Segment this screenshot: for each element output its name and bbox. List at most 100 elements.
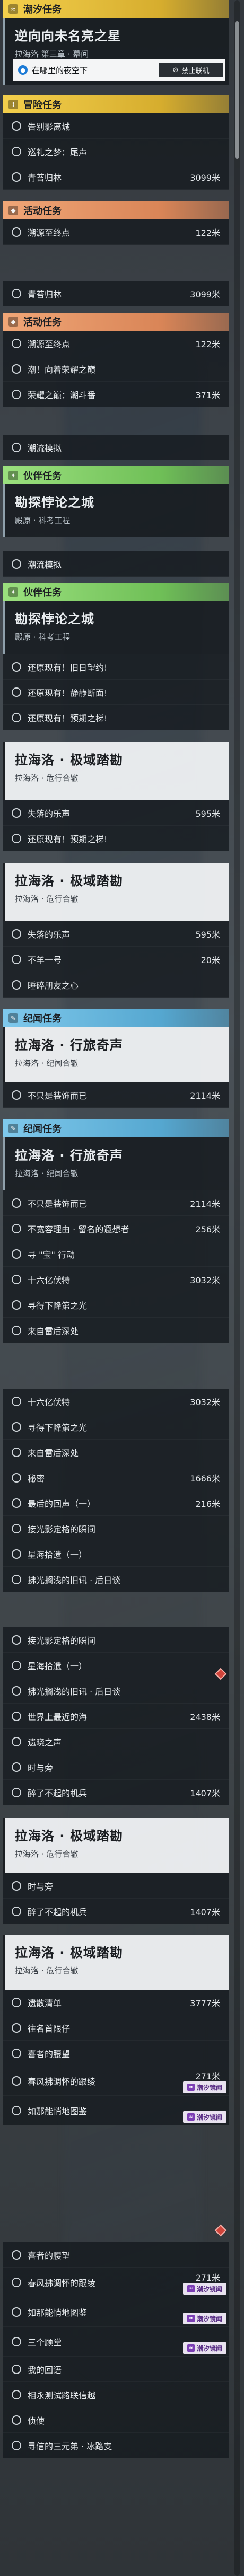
quest-card[interactable]: 勘探悖论之城 殿原 · 科考工程 [3, 601, 229, 654]
quest-row[interactable]: 接光影定格的瞬间 [3, 1627, 229, 1653]
tide-badge-icon: ≈ [187, 2285, 195, 2292]
quest-row[interactable]: 还原现有！预期之梯! [3, 826, 229, 851]
quest-name: 遗散清单 [28, 1998, 62, 2008]
map-marker-icon[interactable] [214, 2224, 227, 2237]
quest-row[interactable]: 不只是装饰而已 2114米 [3, 1190, 229, 1216]
quest-distance: 3032米 [190, 1275, 220, 1285]
quest-row[interactable]: 春风拂调怀的跟绫 271米 ≈ 潮汐镜闻 [3, 2066, 229, 2096]
section-header-companion[interactable]: ✦ 伙伴任务 [3, 466, 229, 484]
quest-row[interactable]: 秘密 1666米 [3, 1465, 229, 1490]
quest-row[interactable]: 溯源至终点 122米 [3, 331, 229, 356]
quest-row[interactable]: 如那能悄地图鉴 ≈ 潮汐镜闻 [3, 2297, 229, 2327]
quest-row[interactable]: 遗晓之声 [3, 1729, 229, 1754]
quest-distance: 2114米 [190, 1090, 220, 1101]
quest-row[interactable]: 接光影定格的瞬间 [3, 1516, 229, 1541]
quest-row[interactable]: 来自雷后深处 [3, 1440, 229, 1465]
quest-row[interactable]: 醉了不起的机兵 1407米 [3, 1899, 229, 1924]
quest-row[interactable]: 来自雷后深处 [3, 1318, 229, 1343]
quest-row[interactable]: 潮流模拟 [3, 551, 229, 577]
quest-name: 不只是装饰而已 [28, 1090, 88, 1101]
quest-name: 往名首限仔 [28, 2023, 71, 2034]
quest-row[interactable]: 溯源至终点 122米 [3, 219, 229, 245]
quest-title: 拉海洛 · 极域踏勘 [15, 1829, 123, 1843]
quest-row[interactable]: 寻得下降第之光 [3, 1414, 229, 1440]
quest-row[interactable]: 如那能悄地图鉴 ≈ 潮汐镜闻 [3, 2096, 229, 2125]
section-header-main[interactable]: ! 冒险任务 [3, 95, 229, 113]
quest-card-selected[interactable]: 拉海洛 · 极域踏勘 拉海洛 · 危行合辙 [3, 863, 229, 921]
quest-row[interactable]: 时与旁 [3, 1873, 229, 1899]
quest-row[interactable]: 寻 "宝" 行动 [3, 1241, 229, 1267]
quest-card[interactable]: 勘探悖论之城 殿原 · 科考工程 [3, 484, 229, 537]
quest-row[interactable]: 荣耀之巅：潮斗番 371米 [3, 382, 229, 407]
quest-card-selected[interactable]: 拉海洛 · 极域踏勘 拉海洛 · 危行合辙 [3, 1935, 229, 1990]
quest-card-selected[interactable]: 拉海洛 · 行旅奇声 拉海洛 · 纪闻合辙 [3, 1027, 229, 1082]
quest-row[interactable]: 星海拾遗（一） [3, 1541, 229, 1567]
quest-row[interactable]: 世界上最近的海 2438米 [3, 1704, 229, 1729]
quest-row[interactable]: 十六亿伏特 3032米 [3, 1389, 229, 1414]
quest-subtitle: 拉海洛 · 危行合辙 [15, 894, 79, 904]
quest-row[interactable]: 喜者的腰望 [3, 2041, 229, 2066]
badge-label: 潮汐镜闻 [196, 2113, 222, 2121]
quest-row[interactable]: 睡碎朋友之心 [3, 972, 229, 998]
section-header-region-2[interactable]: ✎ 纪闻任务 [3, 1119, 229, 1137]
quest-row[interactable]: 相永测试路联信越 [3, 2382, 229, 2407]
quest-row[interactable]: 往名首限仔 [3, 2015, 229, 2041]
quest-row[interactable]: 不羊一号 20米 [3, 947, 229, 972]
quest-row[interactable]: 潮流模拟 [3, 435, 229, 460]
quest-row[interactable]: 不只是装饰而已 2114米 [3, 1082, 229, 1108]
quest-row[interactable]: 星海拾遗（一） [3, 1653, 229, 1678]
quest-name: 秘密 [28, 1473, 45, 1484]
quest-row[interactable]: 告别影离城 [3, 113, 229, 139]
quest-row[interactable]: 拂光搁浅的旧讯 · 后日谈 [3, 1678, 229, 1704]
quest-row[interactable]: 拂光搁浅的旧讯 · 后日谈 [3, 1567, 229, 1592]
quest-card-selected[interactable]: 拉海洛 · 极域踏勘 拉海洛 · 危行合辙 [3, 742, 229, 800]
section-header-companion-2[interactable]: ✦ 伙伴任务 [3, 583, 229, 601]
quest-row[interactable]: 青苔归林 3099米 [3, 281, 229, 306]
section-header-activity-2[interactable]: ◆ 活动任务 [3, 313, 229, 331]
quest-row[interactable]: 青苔归林 3099米 [3, 164, 229, 190]
quest-row[interactable]: 寻得下降第之光 [3, 1292, 229, 1318]
quest-row[interactable]: 十六亿伏特 3032米 [3, 1267, 229, 1292]
quest-row[interactable]: 遗散清单 3777米 [3, 1990, 229, 2015]
section-header-region[interactable]: ✎ 纪闻任务 [3, 1009, 229, 1027]
quest-subtitle: 拉海洛 · 纪闻合辙 [15, 1058, 79, 1068]
quest-row[interactable]: 醉了不起的机兵 1407米 [3, 1780, 229, 1805]
quest-status-icon [12, 1422, 21, 1432]
quest-row[interactable]: 失落的乐声 595米 [3, 921, 229, 947]
quest-row[interactable]: 潮！向着荣耀之巅 [3, 356, 229, 382]
section-title: 纪闻任务 [23, 1124, 62, 1135]
quest-status-icon [12, 288, 21, 298]
scrollbar[interactable] [234, 0, 240, 2576]
quest-row[interactable]: 还原现有！预期之梯! [3, 705, 229, 730]
quest-name: 寻得下降第之光 [28, 1300, 88, 1311]
quest-distance: 216米 [195, 1498, 220, 1509]
quest-row[interactable]: 喜者的腰望 [3, 2242, 229, 2268]
quest-row[interactable]: 时与旁 [3, 1754, 229, 1780]
quest-row[interactable]: 最后的回声（一） 216米 [3, 1490, 229, 1516]
section-header-activity[interactable]: ◆ 活动任务 [3, 201, 229, 219]
quest-row[interactable]: 侦使 [3, 2407, 229, 2433]
quest-name: 春风拂调怀的跟绫 [28, 2278, 96, 2288]
quest-row[interactable]: 春风拂调怀的跟绫 271米 ≈ 潮汐镜闻 [3, 2268, 229, 2297]
quest-row[interactable]: 还原现有！旧日望约! [3, 654, 229, 680]
companion-icon: ✦ [8, 471, 18, 480]
quest-row[interactable]: 三个顾堂 ≈ 潮汐镜闻 [3, 2327, 229, 2357]
section-title: 伙伴任务 [23, 587, 62, 598]
quest-name: 接光影定格的瞬间 [28, 1524, 96, 1534]
lock-icon: ⊘ [172, 66, 179, 74]
quest-row[interactable]: 巡礼之梦：尾声 [3, 139, 229, 164]
quest-row[interactable]: 失落的乐声 595米 [3, 800, 229, 826]
quest-status-icon [12, 172, 21, 182]
quest-distance: 122米 [195, 227, 220, 238]
quest-row[interactable]: 寻信的三元弟 · 冰路支 [3, 2433, 229, 2458]
section-header-tracked[interactable]: ≈ 潮汐任务 [3, 0, 229, 18]
quest-status-icon [12, 442, 21, 452]
quest-card-selected[interactable]: 拉海洛 · 极域踏勘 拉海洛 · 危行合辙 [3, 1818, 229, 1873]
quest-row[interactable]: 不宽容理由 · 留名的遐想者 256米 [3, 1216, 229, 1241]
quest-row[interactable]: 还原现有！静静断面! [3, 680, 229, 705]
quest-row[interactable]: 我的回语 [3, 2357, 229, 2382]
scrollbar-thumb[interactable] [235, 21, 239, 159]
quest-card[interactable]: 拉海洛 · 行旅奇声 拉海洛 · 纪闻合辙 [3, 1137, 229, 1190]
quest-status-icon [12, 1787, 21, 1797]
quest-status-icon [12, 146, 21, 156]
